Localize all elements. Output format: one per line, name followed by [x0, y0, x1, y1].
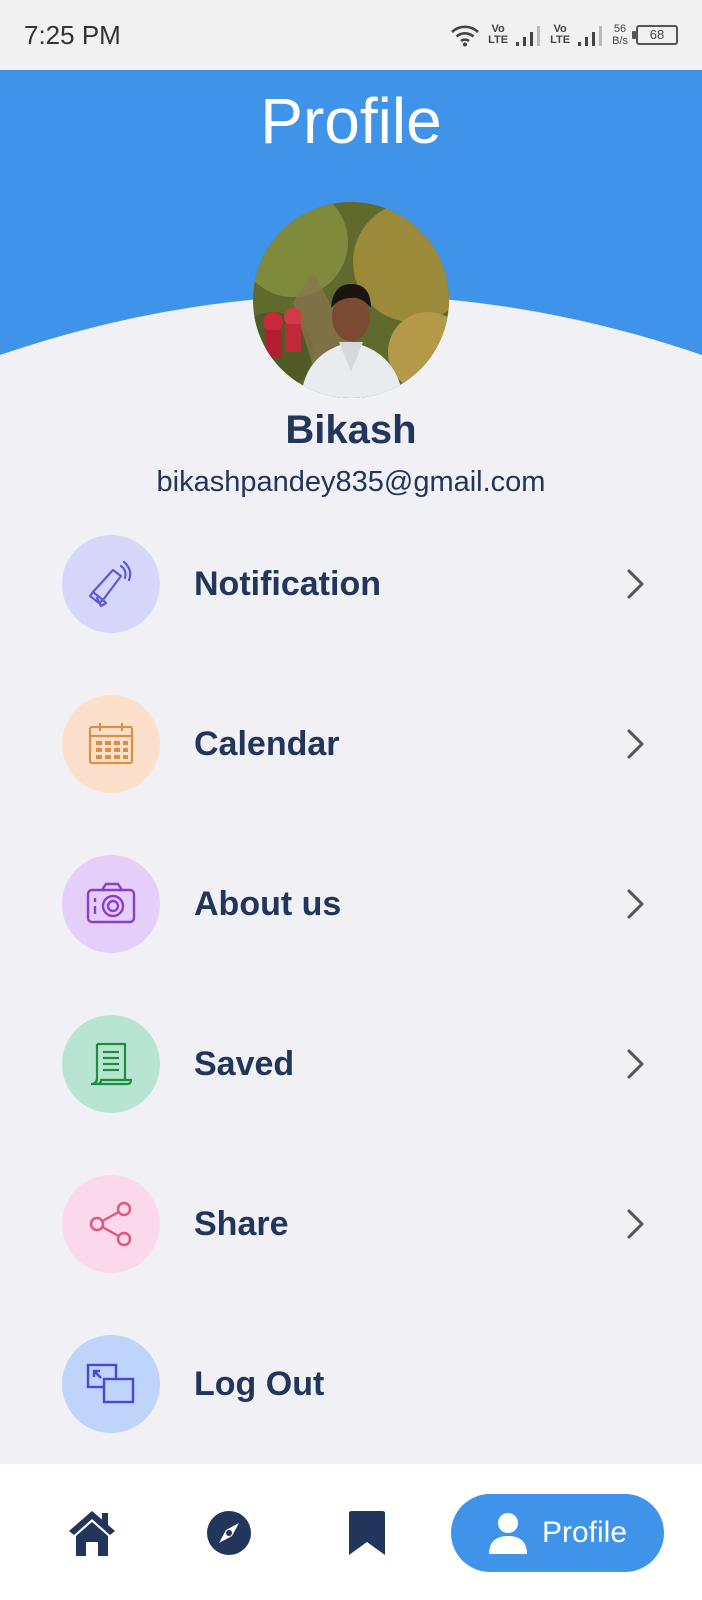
- menu-item-label: Log Out: [194, 1364, 325, 1403]
- wifi-icon: [451, 25, 480, 47]
- chevron-right-icon: [620, 884, 652, 924]
- user-email: bikashpandey835@gmail.com: [156, 466, 546, 498]
- chevron-right-icon: [620, 1044, 652, 1084]
- menu-item-label: Notification: [194, 564, 381, 603]
- calendar-icon: [62, 695, 160, 793]
- avatar[interactable]: [253, 202, 449, 398]
- menu-item-label: About us: [194, 884, 342, 923]
- menu-item-about-us[interactable]: About us: [62, 855, 652, 953]
- sim1-lte-label: Vo LTE: [488, 23, 509, 46]
- menu-item-saved[interactable]: Saved: [62, 1015, 652, 1113]
- logout-icon: [62, 1335, 160, 1433]
- menu-item-notification[interactable]: Notification: [62, 535, 652, 633]
- status-icons: Vo LTE Vo LTE 56 B/s 68: [450, 18, 678, 52]
- page-title: Profile: [260, 85, 442, 157]
- signal-icon: [578, 26, 603, 46]
- chevron-right-icon: [620, 1204, 652, 1244]
- camera-icon: [62, 855, 160, 953]
- megaphone-icon: [62, 535, 160, 633]
- sim2-lte-label: Vo LTE: [550, 23, 571, 46]
- user-name: Bikash: [285, 408, 417, 452]
- status-bar: 7:25 PM Vo LTE Vo LTE 56 B/s 68: [0, 0, 702, 70]
- menu-item-label: Saved: [194, 1044, 295, 1083]
- battery-icon: 68: [632, 25, 678, 45]
- home-icon[interactable]: [65, 1506, 119, 1560]
- chevron-right-icon: [620, 724, 652, 764]
- share-icon: [62, 1175, 160, 1273]
- chevron-right-icon: [620, 564, 652, 604]
- compass-icon[interactable]: [202, 1506, 256, 1560]
- menu-item-share[interactable]: Share: [62, 1175, 652, 1273]
- menu-item-log-out[interactable]: Log Out: [62, 1335, 652, 1433]
- menu-item-label: Calendar: [194, 724, 340, 763]
- menu-item-calendar[interactable]: Calendar: [62, 695, 652, 793]
- bottom-navigation: Profile: [0, 1464, 702, 1600]
- menu-item-label: Share: [194, 1204, 289, 1243]
- signal-icon: [516, 26, 541, 46]
- status-time: 7:25 PM: [24, 20, 121, 50]
- scroll-icon: [62, 1015, 160, 1113]
- network-speed: 56 B/s: [612, 23, 628, 47]
- nav-profile-label: Profile: [541, 1516, 628, 1549]
- person-icon: [488, 1513, 527, 1554]
- bookmark-icon[interactable]: [340, 1506, 394, 1560]
- nav-profile-button[interactable]: Profile: [451, 1494, 664, 1572]
